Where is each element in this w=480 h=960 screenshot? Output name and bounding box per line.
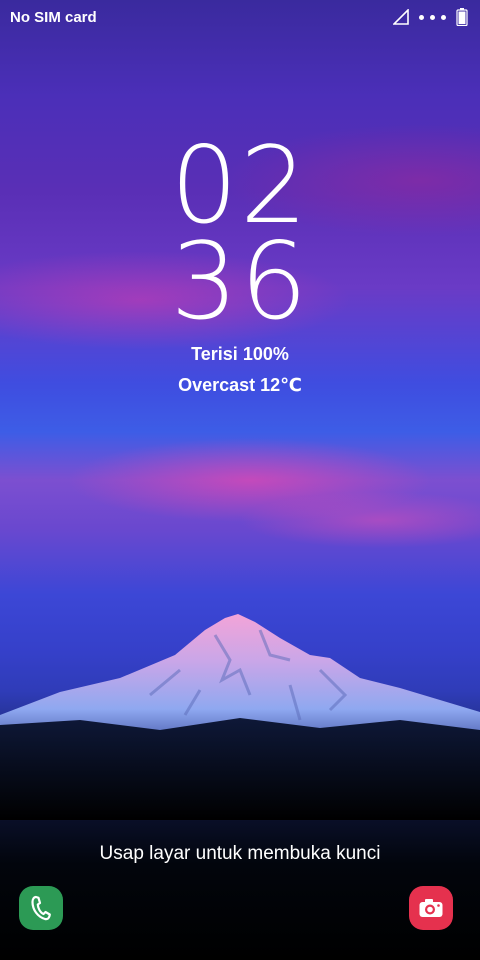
status-icons: [393, 8, 468, 26]
weather-status: Overcast 12℃: [178, 375, 302, 395]
phone-shortcut-button[interactable]: [19, 886, 63, 930]
clock-minutes: 36: [170, 220, 310, 343]
status-bar: No SIM card: [0, 0, 480, 34]
lock-screen[interactable]: No SIM card 02 36 Terisi 100% Overcast 1…: [0, 0, 480, 960]
charging-status: Terisi 100%: [191, 344, 289, 364]
battery-icon: [456, 8, 468, 26]
camera-icon: [419, 899, 443, 917]
phone-icon: [31, 895, 51, 921]
signal-icon: [393, 9, 409, 25]
camera-shortcut-button[interactable]: [409, 886, 453, 930]
more-dots-icon: [419, 14, 446, 20]
mountain-wallpaper: [0, 614, 480, 820]
carrier-label: No SIM card: [10, 9, 97, 26]
unlock-hint: Usap layar untuk membuka kunci: [99, 843, 381, 864]
